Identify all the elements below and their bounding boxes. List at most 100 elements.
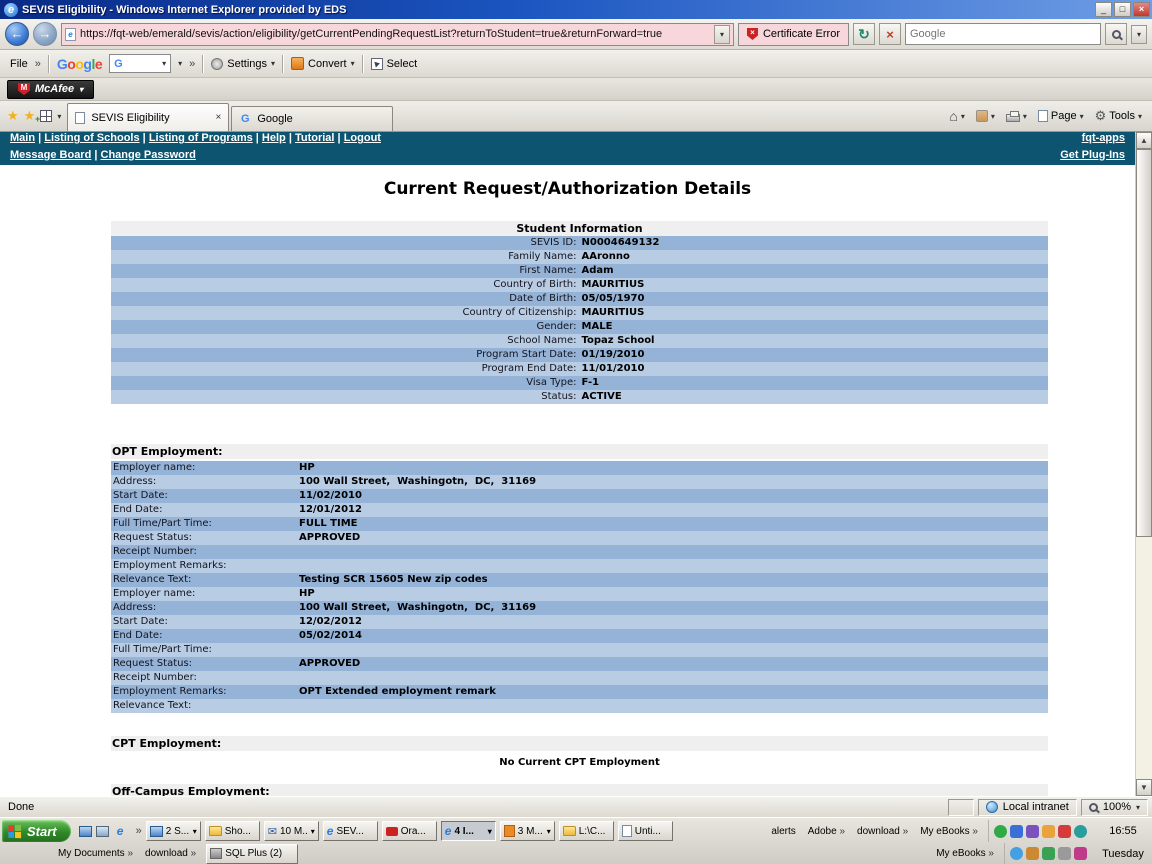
- site-nav-item: Change Password: [101, 149, 196, 161]
- taskbar-day[interactable]: Tuesday: [1096, 848, 1150, 860]
- chevron-right-icon[interactable]: [189, 58, 195, 70]
- browser-tab[interactable]: SEVIS Eligibility: [67, 103, 229, 131]
- search-input[interactable]: [910, 28, 1096, 40]
- taskbar-button[interactable]: Unti...: [618, 821, 673, 841]
- nav-link-get-plugins[interactable]: Get Plug-Ins: [1060, 149, 1125, 161]
- print-button[interactable]: [1003, 108, 1030, 124]
- taskbar-clock[interactable]: 16:55: [1096, 825, 1150, 837]
- scrollbar-track[interactable]: [1136, 537, 1152, 779]
- feeds-button[interactable]: [973, 108, 998, 124]
- back-button[interactable]: [5, 22, 29, 46]
- site-nav-item: Tutorial: [295, 132, 344, 144]
- volume-icon[interactable]: [1074, 825, 1087, 838]
- alert-icon[interactable]: [1042, 825, 1055, 838]
- chevron-right-icon[interactable]: [35, 58, 41, 70]
- quick-tabs-icon[interactable]: [40, 110, 52, 122]
- student-info-row: First Name: Adam: [111, 264, 1048, 278]
- messenger-icon[interactable]: [1010, 825, 1023, 838]
- employment-row: Full Time/Part Time:: [111, 643, 1048, 657]
- close-button[interactable]: [1133, 2, 1150, 17]
- taskbar-button-sql-plus[interactable]: SQL Plus (2): [206, 844, 298, 864]
- address-dropdown-button[interactable]: [714, 25, 730, 44]
- page-menu[interactable]: Page: [1035, 108, 1087, 124]
- taskbar-button[interactable]: 2 S...: [146, 821, 201, 841]
- nav-link[interactable]: Help: [262, 132, 286, 144]
- taskbar-toolbar-item[interactable]: download: [145, 848, 196, 859]
- taskbar-toolbar-item[interactable]: Adobe: [808, 826, 845, 837]
- network-status-icon[interactable]: [994, 825, 1007, 838]
- mcafee-toolbar: McAfee: [0, 78, 1152, 101]
- window-icon[interactable]: [79, 826, 92, 837]
- select-button[interactable]: Select: [371, 58, 418, 70]
- nav-link[interactable]: Message Board: [10, 149, 91, 161]
- stop-button[interactable]: [879, 23, 901, 45]
- start-button[interactable]: Start: [2, 820, 71, 842]
- tools-menu[interactable]: Tools: [1092, 106, 1145, 126]
- tab-close-icon[interactable]: [215, 112, 221, 123]
- google-search-dropdown[interactable]: [178, 59, 182, 68]
- zoom-control[interactable]: 100%: [1081, 799, 1148, 816]
- search-options-dropdown[interactable]: [1131, 25, 1147, 44]
- forward-button[interactable]: [33, 22, 57, 46]
- nav-link[interactable]: Main: [10, 132, 35, 144]
- ie-icon[interactable]: [113, 824, 128, 838]
- field-label: SEVIS ID:: [111, 236, 580, 250]
- favorites-button[interactable]: [7, 108, 19, 124]
- field-label: Full Time/Part Time:: [111, 517, 299, 531]
- nav-link-fqt-apps[interactable]: fqt-apps: [1082, 132, 1125, 144]
- vpn-icon[interactable]: [1026, 825, 1039, 838]
- field-label: Address:: [111, 601, 299, 615]
- refresh-button[interactable]: [853, 23, 875, 45]
- scroll-up-icon[interactable]: [1136, 132, 1152, 149]
- mcafee-menu[interactable]: McAfee: [7, 80, 94, 99]
- taskbar-button[interactable]: Ora...: [382, 821, 437, 841]
- nav-link[interactable]: Listing of Programs: [149, 132, 253, 144]
- nav-link[interactable]: Change Password: [101, 149, 196, 161]
- url-input[interactable]: [80, 28, 710, 40]
- search-go-button[interactable]: [1105, 23, 1127, 45]
- taskbar-button[interactable]: 3 M...: [500, 821, 555, 841]
- minimize-button[interactable]: [1095, 2, 1112, 17]
- taskbar-button[interactable]: 10 M...: [264, 821, 319, 841]
- taskbar-toolbar-item[interactable]: download: [857, 826, 908, 837]
- taskbar-toolbar-item[interactable]: alerts: [771, 826, 795, 837]
- nav-link[interactable]: Tutorial: [295, 132, 335, 144]
- taskbar-button[interactable]: Sho...: [205, 821, 260, 841]
- show-desktop-icon[interactable]: [96, 826, 109, 837]
- antivirus-icon[interactable]: [1058, 825, 1071, 838]
- browser-tab[interactable]: Google: [231, 106, 393, 131]
- file-menu[interactable]: File: [10, 58, 28, 70]
- scroll-down-icon[interactable]: [1136, 779, 1152, 796]
- address-bar[interactable]: [61, 23, 734, 46]
- sync-icon[interactable]: [1042, 847, 1055, 860]
- convert-menu[interactable]: Convert: [291, 57, 355, 70]
- google-search-field[interactable]: [109, 54, 171, 73]
- taskbar-button[interactable]: L:\C...: [559, 821, 614, 841]
- add-favorite-button[interactable]: [24, 108, 36, 124]
- taskbar-button[interactable]: SEV...: [323, 821, 378, 841]
- settings-menu[interactable]: Settings: [211, 58, 275, 70]
- search-box[interactable]: [905, 23, 1101, 45]
- taskbar-toolbar-item[interactable]: My eBooks: [920, 826, 978, 837]
- nav-link[interactable]: Listing of Schools: [44, 132, 139, 144]
- chevron-down-icon[interactable]: [162, 59, 166, 68]
- tab-list-dropdown[interactable]: [57, 112, 61, 121]
- taskbar-button[interactable]: 4 I...: [441, 821, 496, 841]
- taskbar-toolbar-item[interactable]: My eBooks: [936, 848, 994, 859]
- certificate-error-button[interactable]: Certificate Error: [738, 23, 849, 46]
- vertical-scrollbar[interactable]: [1135, 132, 1152, 796]
- chevron-right-icon[interactable]: [136, 825, 142, 837]
- student-info-row: Status: ACTIVE: [111, 390, 1048, 404]
- nav-link[interactable]: Logout: [344, 132, 381, 144]
- display-icon[interactable]: [1058, 847, 1071, 860]
- shield-icon[interactable]: [1026, 847, 1039, 860]
- chevron-down-icon[interactable]: [1136, 803, 1140, 812]
- maximize-button[interactable]: [1114, 2, 1131, 17]
- misc-tray-icon[interactable]: [1074, 847, 1087, 860]
- home-button[interactable]: [946, 106, 967, 126]
- update-icon[interactable]: [1010, 847, 1023, 860]
- taskbar-toolbar-item[interactable]: My Documents: [58, 848, 133, 859]
- field-label: Employer name:: [111, 587, 299, 601]
- scrollbar-thumb[interactable]: [1136, 149, 1152, 537]
- student-info-row: Program End Date: 11/01/2010: [111, 362, 1048, 376]
